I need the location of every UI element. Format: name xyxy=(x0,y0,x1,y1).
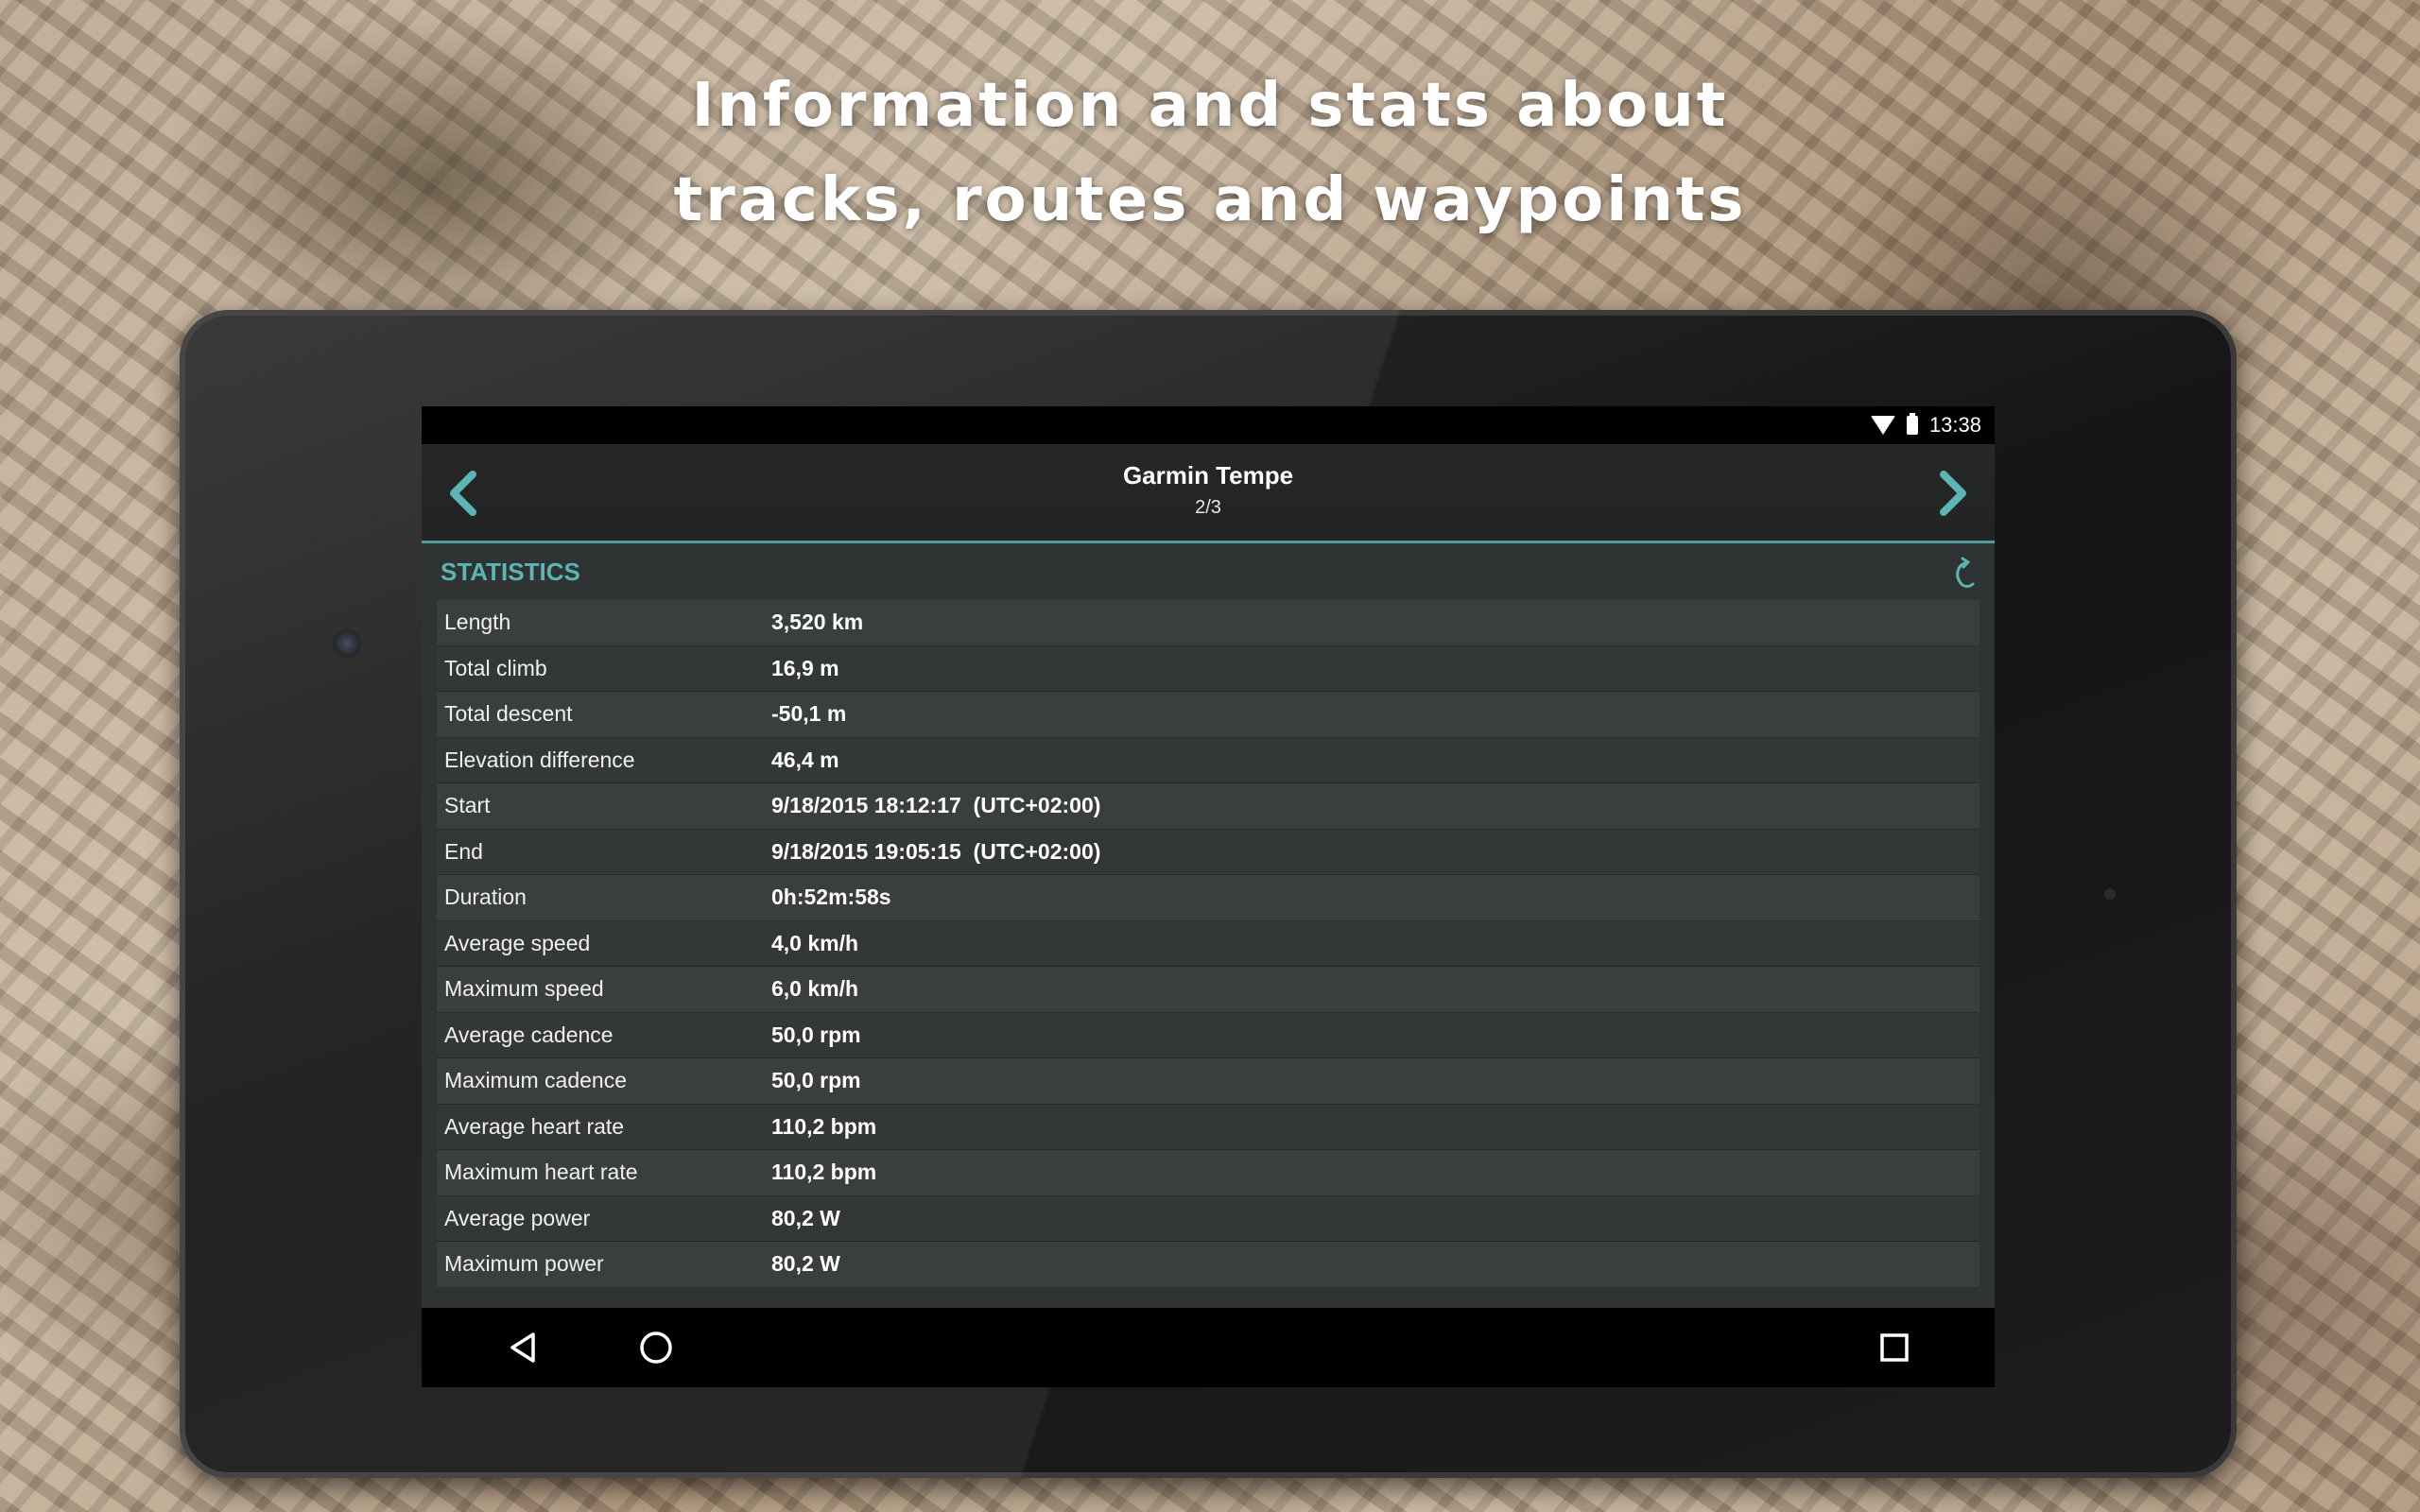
stat-value: 16,9 m xyxy=(771,655,839,680)
stat-value: 6,0 km/h xyxy=(771,976,859,1002)
stat-row-average-heart-rate: Average heart rate 110,2 bpm xyxy=(437,1104,1979,1150)
promo-headline: Information and stats about tracks, rout… xyxy=(0,59,2420,248)
stat-label: Duration xyxy=(444,885,527,910)
track-position: 2/3 xyxy=(1195,497,1221,518)
stat-row-maximum-power: Maximum power 80,2 W xyxy=(437,1242,1979,1288)
stat-row-total-climb: Total climb 16,9 m xyxy=(437,645,1979,692)
stat-row-start: Start 9/18/2015 18:12:17 (UTC+02:00) xyxy=(437,783,1979,830)
stat-value: 80,2 W xyxy=(771,1251,840,1277)
statistics-title: STATISTICS xyxy=(441,557,580,586)
stat-row-elevation-difference: Elevation difference 46,4 m xyxy=(437,737,1979,783)
stat-row-length: Length 3,520 km xyxy=(437,600,1979,646)
stat-label: End xyxy=(444,838,483,864)
device-screen: 13:38 Garmin Tempe 2/3 STATISTICS Length… xyxy=(422,406,1995,1387)
battery-icon xyxy=(1906,413,1918,435)
wifi-icon xyxy=(1870,416,1895,435)
stat-row-average-speed: Average speed 4,0 km/h xyxy=(437,920,1979,967)
system-nav-bar xyxy=(422,1308,1995,1387)
statistics-table: Length 3,520 km Total climb 16,9 m Total d… xyxy=(422,600,1995,1288)
stat-value: 4,0 km/h xyxy=(771,930,859,955)
recents-square-icon[interactable] xyxy=(1874,1327,1915,1368)
stat-value: 0h:52m:58s xyxy=(771,885,891,910)
stat-value: -50,1 m xyxy=(771,701,847,727)
stat-row-average-cadence: Average cadence 50,0 rpm xyxy=(437,1012,1979,1058)
stat-value: 50,0 rpm xyxy=(771,1068,861,1093)
stat-label: Elevation difference xyxy=(444,747,635,772)
stat-value: 50,0 rpm xyxy=(771,1022,861,1047)
stat-label: Maximum power xyxy=(444,1251,604,1277)
headline-line-2: tracks, routes and waypoints xyxy=(673,165,1747,235)
stat-label: Maximum cadence xyxy=(444,1068,628,1093)
sensor-dot xyxy=(2104,888,2116,900)
stat-label: Length xyxy=(444,610,511,635)
home-circle-icon[interactable] xyxy=(635,1327,677,1368)
refresh-icon[interactable] xyxy=(1947,555,1979,593)
stat-label: Start xyxy=(444,793,491,818)
back-triangle-icon[interactable] xyxy=(503,1327,544,1368)
status-time: 13:38 xyxy=(1928,413,1981,437)
stat-row-duration: Duration 0h:52m:58s xyxy=(437,875,1979,921)
stat-value: 80,2 W xyxy=(771,1205,840,1230)
track-toolbar: Garmin Tempe 2/3 xyxy=(422,444,1995,543)
stat-label: Average power xyxy=(444,1205,591,1230)
stat-label: Average heart rate xyxy=(444,1113,625,1139)
stat-value: 110,2 bpm xyxy=(771,1160,877,1185)
stat-row-end: End 9/18/2015 19:05:15 (UTC+02:00) xyxy=(437,829,1979,875)
status-bar: 13:38 xyxy=(422,406,1995,444)
stat-label: Average speed xyxy=(444,930,591,955)
stat-label: Maximum heart rate xyxy=(444,1160,638,1185)
stat-value: 46,4 m xyxy=(771,747,839,772)
stat-row-maximum-speed: Maximum speed 6,0 km/h xyxy=(437,967,1979,1013)
stat-value: 110,2 bpm xyxy=(771,1113,877,1139)
chevron-right-icon[interactable] xyxy=(1928,469,1974,518)
stat-value: 3,520 km xyxy=(771,610,864,635)
stat-label: Total descent xyxy=(444,701,573,727)
front-camera-icon xyxy=(333,629,361,658)
stat-row-maximum-cadence: Maximum cadence 50,0 rpm xyxy=(437,1058,1979,1105)
stat-value: 9/18/2015 19:05:15 (UTC+02:00) xyxy=(771,838,1101,864)
stat-label: Maximum speed xyxy=(444,976,604,1002)
headline-line-1: Information and stats about xyxy=(691,71,1729,141)
stat-label: Average cadence xyxy=(444,1022,614,1047)
stat-value: 9/18/2015 18:12:17 (UTC+02:00) xyxy=(771,793,1101,818)
stat-row-maximum-heart-rate: Maximum heart rate 110,2 bpm xyxy=(437,1150,1979,1196)
stat-row-average-power: Average power 80,2 W xyxy=(437,1195,1979,1242)
stat-label: Total climb xyxy=(444,655,547,680)
track-title: Garmin Tempe xyxy=(1122,461,1294,490)
statistics-header: STATISTICS xyxy=(422,543,1995,600)
stat-row-total-descent: Total descent -50,1 m xyxy=(437,692,1979,738)
